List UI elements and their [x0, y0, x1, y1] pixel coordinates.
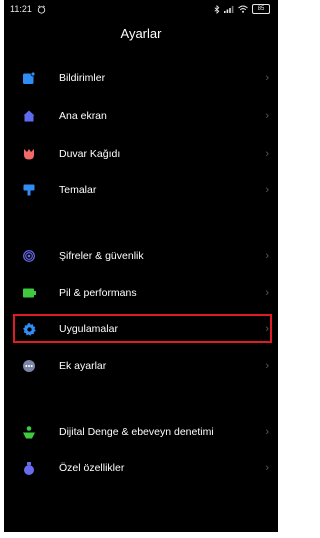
status-time: 11:21 [10, 4, 32, 14]
settings-item-label: Dijital Denge & ebeveyn denetimi [59, 426, 214, 438]
wifi-icon [238, 5, 248, 13]
more-dots-icon [22, 359, 36, 373]
settings-item-digital-wellbeing[interactable]: Dijital Denge & ebeveyn denetimi › [4, 415, 278, 449]
chevron-right-icon: › [265, 462, 269, 474]
settings-item-additional-settings[interactable]: Ek ayarlar › [4, 349, 278, 383]
chevron-right-icon: › [265, 287, 269, 299]
chevron-right-icon: › [265, 110, 269, 122]
chevron-right-icon: › [265, 184, 269, 196]
settings-item-label: Şifreler & güvenlik [59, 250, 144, 262]
settings-item-passwords-security[interactable]: Şifreler & güvenlik › [4, 239, 278, 273]
settings-item-home-screen[interactable]: Ana ekran › [4, 99, 278, 133]
settings-item-battery-performance[interactable]: Pil & performans › [4, 276, 278, 310]
settings-item-label: Pil & performans [59, 287, 137, 299]
settings-item-special-features[interactable]: Özel özellikler › [4, 451, 278, 485]
settings-item-apps[interactable]: Uygulamalar › [4, 312, 278, 346]
settings-item-label: Temalar [59, 184, 97, 196]
settings-item-label: Ana ekran [59, 110, 107, 122]
settings-item-label: Duvar Kağıdı [59, 148, 121, 160]
settings-item-themes[interactable]: Temalar › [4, 173, 278, 207]
chevron-right-icon: › [265, 323, 269, 335]
home-icon [22, 109, 36, 123]
digital-wellbeing-icon [22, 425, 36, 439]
special-features-icon [22, 461, 36, 475]
wallpaper-tulip-icon [22, 147, 36, 161]
chevron-right-icon: › [265, 148, 269, 160]
status-bar: 11:21 85 [4, 0, 278, 18]
chevron-right-icon: › [265, 426, 269, 438]
notification-icon [22, 71, 36, 85]
battery-indicator: 85 [252, 4, 270, 14]
bluetooth-icon [214, 4, 220, 14]
settings-item-wallpaper[interactable]: Duvar Kağıdı › [4, 137, 278, 171]
fingerprint-icon [22, 249, 36, 263]
chevron-right-icon: › [265, 72, 269, 84]
chevron-right-icon: › [265, 250, 269, 262]
settings-screen: 11:21 85 Ayarlar Bildirimler › Ana ekran… [4, 0, 278, 532]
signal-icon [224, 6, 234, 13]
themes-brush-icon [22, 183, 36, 197]
settings-item-notifications[interactable]: Bildirimler › [4, 61, 278, 95]
settings-item-label: Ek ayarlar [59, 360, 107, 372]
chevron-right-icon: › [265, 360, 269, 372]
gear-icon [22, 322, 36, 336]
settings-item-label: Bildirimler [59, 72, 106, 84]
alarm-icon [37, 4, 46, 14]
page-title: Ayarlar [120, 26, 162, 41]
settings-item-label: Özel özellikler [59, 462, 125, 474]
battery-icon [22, 286, 36, 300]
settings-item-label: Uygulamalar [59, 323, 118, 335]
